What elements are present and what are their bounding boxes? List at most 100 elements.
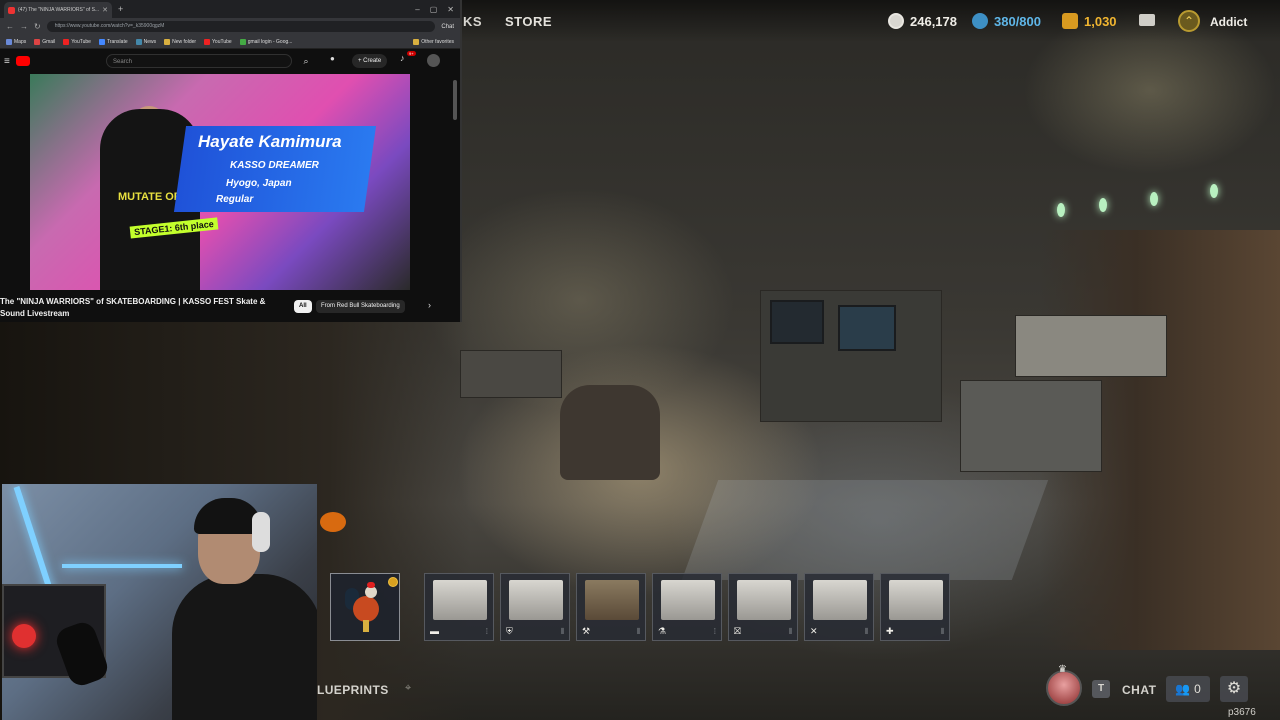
menu-icon[interactable]: ≡ bbox=[4, 56, 10, 67]
scene-pumpkin bbox=[320, 512, 346, 532]
category-icon: ⚗ bbox=[658, 626, 667, 636]
other-favorites[interactable]: Other favorites bbox=[413, 38, 454, 45]
friends-button[interactable]: 👥 0 bbox=[1166, 676, 1210, 702]
category-icon: ⚒ bbox=[582, 626, 591, 636]
reload-icon[interactable]: ↻ bbox=[34, 22, 41, 31]
youtube-icon bbox=[204, 38, 211, 45]
video-player[interactable]: MUTATE OR DIE Hayate Kamimura KASSO DREA… bbox=[30, 74, 410, 290]
blueprint-slot[interactable]: ⚒ ⦀ bbox=[576, 573, 646, 641]
chat-extension-button[interactable]: Chat bbox=[441, 24, 454, 30]
blueprint-slot-rooster[interactable] bbox=[330, 573, 400, 641]
bookmark[interactable]: News bbox=[135, 38, 156, 45]
build-id: p3676 bbox=[1228, 707, 1256, 718]
drag-handle-icon[interactable]: ⦀ bbox=[864, 627, 868, 636]
browser-tab[interactable]: (47) The "NINJA WARRIORS" of S... ✕ bbox=[4, 2, 112, 18]
bell-icon[interactable]: ♪ bbox=[400, 53, 405, 63]
bookmark[interactable]: YouTube bbox=[204, 38, 232, 45]
video-title[interactable]: The "NINJA WARRIORS" of SKATEBOARDING | … bbox=[0, 296, 284, 320]
blueprint-slot[interactable]: ✚ ⦀ bbox=[880, 573, 950, 641]
blueprint-slot[interactable]: ⛝ ⦀ bbox=[728, 573, 798, 641]
blueprint-slot[interactable]: ⛨ ⦀ bbox=[500, 573, 570, 641]
address-bar: ← → ↻ https://www.youtube.com/watch?v=_k… bbox=[0, 18, 460, 35]
search-icon[interactable]: ⌕ bbox=[296, 54, 316, 68]
workbench-icon bbox=[889, 580, 943, 620]
new-item-badge bbox=[388, 577, 398, 587]
chip-all[interactable]: All bbox=[294, 300, 312, 313]
forward-icon[interactable]: → bbox=[20, 22, 28, 31]
close-icon[interactable]: ✕ bbox=[102, 6, 108, 14]
microphone-icon[interactable]: ● bbox=[330, 54, 335, 63]
currency-gold: 1,030 bbox=[1062, 12, 1117, 30]
search-input[interactable]: Search bbox=[106, 54, 292, 68]
scrollbar[interactable] bbox=[453, 80, 457, 120]
youtube-icon bbox=[63, 38, 70, 45]
bookmark[interactable]: Translate bbox=[98, 38, 128, 45]
nav-tab-store[interactable]: STORE bbox=[505, 14, 552, 29]
currency-scrap: 246,178 bbox=[888, 12, 957, 30]
currency-gold-value: 1,030 bbox=[1084, 13, 1117, 29]
gmail-icon bbox=[34, 38, 41, 45]
maps-icon bbox=[6, 38, 12, 45]
player-name[interactable]: Addict bbox=[1210, 15, 1247, 29]
scene-monitor bbox=[770, 300, 824, 344]
create-button[interactable]: + Create bbox=[352, 54, 388, 68]
scene-desk bbox=[960, 380, 1102, 472]
crown-icon: ♛ bbox=[1058, 664, 1067, 675]
category-icon: ⛝ bbox=[734, 626, 741, 636]
browser-tab-bar: (47) The "NINJA WARRIORS" of S... ✕ + – … bbox=[0, 0, 460, 18]
url-input[interactable]: https://www.youtube.com/watch?v=_k35900q… bbox=[46, 21, 436, 32]
minimize-icon[interactable]: – bbox=[415, 5, 419, 14]
workbench-icon bbox=[737, 580, 791, 620]
blueprint-slot[interactable]: ▬ ⁞ bbox=[424, 573, 494, 641]
athlete-hometown: Hyogo, Japan bbox=[226, 178, 292, 189]
chat-keybind: T bbox=[1092, 680, 1110, 698]
bookmark[interactable]: gmail login - Goog... bbox=[239, 38, 292, 45]
blueprint-slot[interactable]: ✕ ⦀ bbox=[804, 573, 874, 641]
window-controls: – ▢ ✕ bbox=[415, 5, 460, 14]
scene-floor-light bbox=[681, 480, 1049, 580]
chevron-up-icon[interactable]: ⌃ bbox=[1178, 10, 1200, 32]
scene-lab-equipment bbox=[1015, 315, 1167, 377]
rooster-icon bbox=[345, 580, 385, 634]
scene-lamp bbox=[1150, 192, 1158, 206]
drag-handle-icon[interactable]: ⦀ bbox=[788, 627, 792, 636]
workbench-icon bbox=[813, 580, 867, 620]
chevron-right-icon[interactable]: › bbox=[428, 300, 431, 310]
keybind-icon: ⌖ bbox=[405, 682, 412, 694]
youtube-header: ≡ Search ⌕ ● + Create ♪ 9+ bbox=[0, 49, 460, 73]
maximize-icon[interactable]: ▢ bbox=[430, 5, 438, 14]
drag-handle-icon[interactable]: ⁞ bbox=[486, 627, 488, 636]
chat-button[interactable]: CHAT bbox=[1122, 683, 1156, 697]
blueprints-label[interactable]: LUEPRINTS bbox=[317, 683, 389, 697]
drag-handle-icon[interactable]: ⦀ bbox=[940, 627, 944, 636]
close-window-icon[interactable]: ✕ bbox=[447, 5, 454, 14]
workbench-icon bbox=[509, 580, 563, 620]
category-icon: ▬ bbox=[430, 626, 439, 636]
gear-icon[interactable]: ⚙ bbox=[1220, 676, 1248, 702]
blueprint-slot[interactable]: ⚗ ⁞ bbox=[652, 573, 722, 641]
back-icon[interactable]: ← bbox=[6, 22, 14, 31]
drag-handle-icon[interactable]: ⦀ bbox=[560, 627, 564, 636]
scene-lamp bbox=[1057, 203, 1065, 217]
drag-handle-icon[interactable]: ⁞ bbox=[714, 627, 716, 636]
avatar[interactable] bbox=[1046, 670, 1082, 706]
bookmark[interactable]: New folder bbox=[164, 38, 196, 45]
webcam-fan-light bbox=[12, 624, 36, 648]
youtube-logo-icon[interactable] bbox=[15, 56, 30, 66]
mail-icon[interactable] bbox=[1139, 14, 1155, 26]
bookmark[interactable]: Gmail bbox=[34, 38, 55, 45]
chip-from-channel[interactable]: From Red Bull Skateboarding bbox=[316, 300, 405, 313]
new-tab-icon[interactable]: + bbox=[118, 4, 123, 14]
bookmark[interactable]: YouTube bbox=[63, 38, 91, 45]
bookmark[interactable]: Maps bbox=[6, 38, 26, 45]
avatar[interactable] bbox=[427, 54, 440, 67]
bookmarks-bar: Maps Gmail YouTube Translate News New fo… bbox=[0, 35, 460, 49]
drag-handle-icon[interactable]: ⦀ bbox=[636, 627, 640, 636]
athlete-team: KASSO DREAMER bbox=[230, 160, 319, 171]
currency-premium: 380/800 bbox=[972, 12, 1041, 30]
notification-badge: 9+ bbox=[407, 51, 416, 56]
top-hud-bar bbox=[460, 0, 1280, 42]
nav-tab-partial[interactable]: KS bbox=[463, 14, 482, 29]
athlete-stance: Regular bbox=[216, 194, 254, 205]
scene-desk bbox=[460, 350, 562, 398]
